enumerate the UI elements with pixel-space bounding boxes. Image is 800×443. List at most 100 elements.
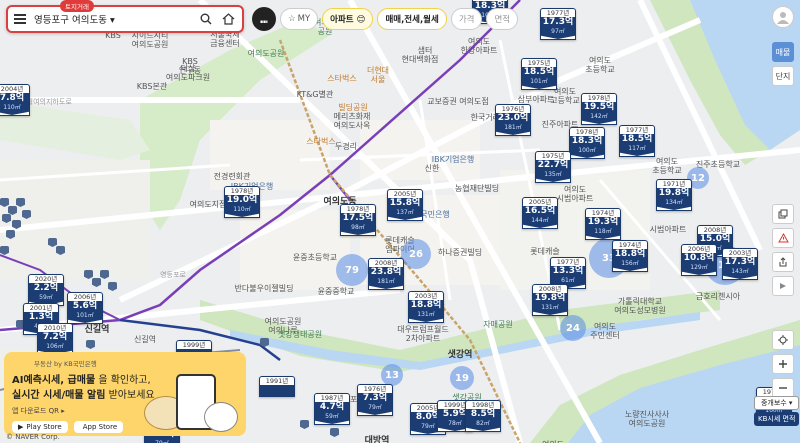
apartment-price-marker[interactable]: 2008년 19.8억 131㎡ (532, 284, 568, 316)
apartment-price-marker[interactable]: 2008년 23.8억 181㎡ (368, 258, 404, 290)
kb-price-area-button[interactable]: KB시세 면적 (754, 412, 800, 426)
price-value: 19.5억 (582, 102, 616, 113)
price-value: 17.3억 (723, 257, 757, 268)
map-label: 삼부아파트 (517, 95, 555, 104)
apartment-price-marker[interactable]: 1987년 4.7억 59㎡ (314, 393, 350, 425)
price-value: 18.5억 (522, 67, 556, 78)
map-label: 스타벅스 (306, 137, 336, 146)
brokerage-fee-button[interactable]: 중개보수 ▾ (754, 396, 800, 410)
area-value: 79㎡ (358, 404, 392, 415)
built-year: 1971년 (662, 180, 686, 188)
price-value: 1.3억 (24, 312, 58, 323)
apartment-price-marker[interactable]: 1975년 22.7억 135㎡ (535, 151, 571, 183)
map-label: 두경리 (334, 142, 358, 151)
play-store-button[interactable]: ▶ Play Store (12, 421, 68, 433)
listing-cluster[interactable]: 19 (450, 366, 474, 390)
built-year: 1976년 (501, 105, 525, 113)
built-year: 1991년 (265, 377, 289, 385)
zoom-in-icon[interactable] (772, 354, 794, 374)
area-value: 144㎡ (523, 217, 557, 228)
built-year: 1978년 (575, 128, 599, 136)
apartment-price-marker[interactable]: 2005년 15.8억 137㎡ (387, 189, 423, 221)
price-filter-pill[interactable]: 가격 (450, 8, 483, 30)
map-label: 여의도 한양아파트 (460, 37, 498, 56)
home-icon[interactable] (220, 11, 236, 27)
my-filter-button[interactable]: ☆ MY (280, 8, 319, 30)
complex-toggle-button[interactable]: 단지 (772, 66, 794, 86)
price-value: 10.8억 (682, 253, 716, 264)
apartment-price-marker[interactable]: 2020년 2.2억 59㎡ (28, 274, 64, 306)
apartment-price-marker[interactable]: 2010년 7.2억 106㎡ (37, 323, 73, 355)
map-label: 샛강역 (447, 350, 473, 360)
location-selector[interactable]: 영등포구 여의도동 ▾ (34, 12, 192, 26)
price-value (260, 385, 294, 396)
apartment-price-marker[interactable]: 1991년 (259, 376, 295, 397)
apartment-price-marker[interactable]: 2003년 17.3억 143㎡ (722, 248, 758, 280)
apartment-price-marker[interactable]: 1978년 17.5억 98㎡ (340, 204, 376, 236)
price-value: 7.2억 (38, 332, 72, 343)
area-value: 59㎡ (315, 413, 349, 424)
listing-cluster[interactable]: 26 (401, 239, 431, 269)
top-bar: 토지거래 영등포구 여의도동 ▾ ⑉ ☆ MY 아파트 😊 매매,전세,월세 가격… (6, 0, 519, 34)
apartment-price-marker[interactable]: 1978년 19.0억 110㎡ (224, 186, 260, 218)
deal-type-filter-pill[interactable]: 매매,전세,월세 (377, 8, 447, 30)
apartment-price-marker[interactable]: 2004년 7.8억 110㎡ (0, 84, 30, 116)
built-year: 2001년 (29, 304, 53, 312)
streetview-icon[interactable] (772, 276, 794, 296)
apartment-filter-pill[interactable]: 아파트 😊 (322, 8, 374, 30)
apartment-price-marker[interactable]: 1975년 18.5억 101㎡ (521, 58, 557, 90)
promo-banner[interactable]: 부동산 by KB국민은행 AI예측시세, 급매물 을 확인하고, 실시간 시세… (4, 352, 246, 436)
price-value: 19.3억 (586, 217, 620, 228)
area-value: 129㎡ (682, 264, 716, 275)
filter-icon[interactable]: ⑉ (252, 7, 276, 31)
built-year: 2010년 (43, 324, 67, 332)
apartment-price-marker[interactable]: 1998년 8.5억 82㎡ (465, 400, 501, 432)
apartment-price-marker[interactable]: 1977년 18.5억 117㎡ (619, 125, 655, 157)
area-value: 131㎡ (533, 304, 567, 315)
menu-icon[interactable] (14, 14, 26, 24)
area-value: 137㎡ (388, 209, 422, 220)
price-value: 17.5억 (341, 213, 375, 224)
alert-icon[interactable] (772, 228, 794, 248)
built-year: 1977년 (625, 126, 649, 134)
apartment-price-marker[interactable]: 2003년 18.8억 131㎡ (408, 291, 444, 323)
map-label: 현대백화점 (401, 55, 439, 64)
share-icon[interactable] (772, 252, 794, 272)
listings-toggle-button[interactable]: 매물 (772, 42, 794, 62)
listing-cluster[interactable]: 13 (381, 364, 403, 386)
built-year: 1974년 (591, 209, 615, 217)
area-filter-pill[interactable]: 면적 (486, 8, 519, 30)
listing-cluster[interactable]: 79 (336, 254, 368, 286)
listing-cluster[interactable]: 24 (560, 315, 586, 341)
apartment-price-marker[interactable]: 1974년 18.8억 156㎡ (612, 240, 648, 272)
apartment-price-marker[interactable]: 2006년 10.8억 129㎡ (681, 244, 717, 276)
apartment-price-marker[interactable]: 2005년 16.5억 144㎡ (522, 197, 558, 229)
profile-icon[interactable] (772, 6, 794, 28)
map-label: 여의도 주민센터 (590, 322, 620, 341)
copy-icon[interactable] (772, 204, 794, 224)
apartment-price-marker[interactable]: 1978년 19.5억 142㎡ (581, 93, 617, 125)
search-icon[interactable] (198, 11, 214, 27)
area-value: 118㎡ (586, 228, 620, 239)
map-label: KBS본관 (136, 82, 168, 91)
apartment-price-marker[interactable]: 1974년 19.3억 118㎡ (585, 208, 621, 240)
location-target-icon[interactable] (772, 330, 794, 350)
apartment-price-marker[interactable]: 1976년 23.0억 181㎡ (495, 104, 531, 136)
zoom-out-icon[interactable] (772, 378, 794, 398)
price-value: 2.2억 (29, 283, 63, 294)
map-label: 신길역 (84, 325, 110, 335)
apartment-price-marker[interactable]: 1978년 18.3억 100㎡ (569, 127, 605, 159)
price-value: 7.3억 (358, 393, 392, 404)
app-store-button[interactable]: App Store (73, 421, 124, 433)
apartment-price-marker[interactable]: 1977년 17.3억 97㎡ (540, 8, 576, 40)
area-value: 117㎡ (620, 145, 654, 156)
area-value: 143㎡ (723, 268, 757, 279)
map-label: 윤중초등학교 (292, 253, 338, 262)
search-box[interactable]: 토지거래 영등포구 여의도동 ▾ (6, 0, 244, 33)
price-value: 23.0억 (496, 113, 530, 124)
apartment-price-marker[interactable]: 2006년 5.6억 101㎡ (67, 292, 103, 324)
map-label: 여의도지점 (189, 200, 227, 209)
area-value: 110㎡ (0, 104, 29, 115)
apartment-price-marker[interactable]: 1976년 7.3억 79㎡ (357, 384, 393, 416)
apartment-price-marker[interactable]: 1971년 19.8억 134㎡ (656, 179, 692, 211)
